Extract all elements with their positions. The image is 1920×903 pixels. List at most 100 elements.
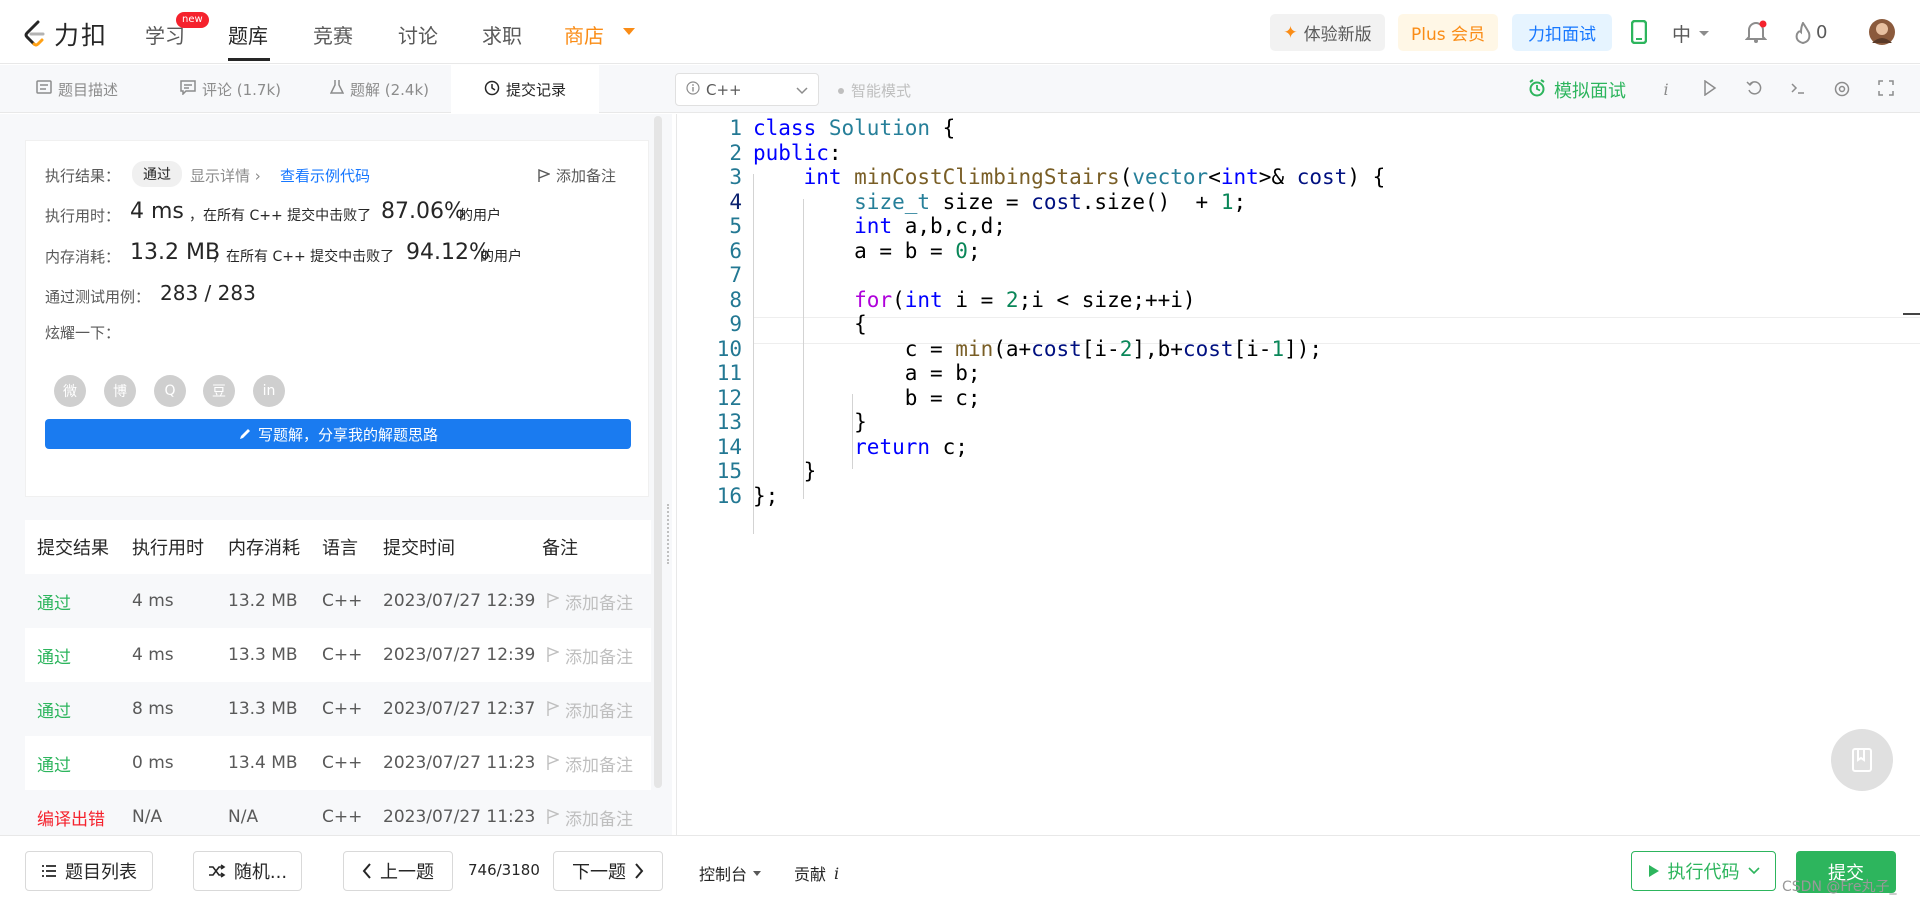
code-line-11[interactable]: a = b; <box>753 361 981 385</box>
code-line-3[interactable]: int minCostClimbingStairs(vector<int>& c… <box>753 165 1386 189</box>
contribute-button[interactable]: 贡献 i <box>794 861 839 885</box>
chevron-left-icon <box>362 863 371 879</box>
line-number: 16 <box>716 484 742 508</box>
code-editor[interactable]: 1 2 3 4 5 6 7 8 9 10 11 12 13 14 15 16 c… <box>676 114 1920 835</box>
code-line-13[interactable]: } <box>753 410 867 434</box>
shuffle-icon <box>208 864 226 878</box>
status-badge: 通过 <box>132 161 182 187</box>
plus-member-button[interactable]: Plus 会员 <box>1398 14 1498 51</box>
code-line-5[interactable]: int a,b,c,d; <box>753 214 1006 238</box>
nav-contest[interactable]: 竞赛 <box>313 20 353 49</box>
weibo-icon[interactable]: 博 <box>104 375 136 407</box>
row-status[interactable]: 通过 <box>37 628 71 682</box>
col-header-time[interactable]: 提交时间 <box>383 520 455 574</box>
row-add-note-label: 添加备注 <box>565 755 633 776</box>
code-line-4[interactable]: size_t size = cost.size() + 1; <box>753 190 1246 214</box>
code-line-12[interactable]: b = c; <box>753 386 981 410</box>
linkedin-icon[interactable]: in <box>253 375 285 407</box>
nav-discuss[interactable]: 讨论 <box>398 20 438 49</box>
random-problem-button[interactable]: 随机... <box>193 851 302 891</box>
row-status[interactable]: 编译出错 <box>37 790 105 840</box>
wechat-icon[interactable]: 微 <box>54 375 86 407</box>
logo[interactable]: 力扣 <box>22 16 108 52</box>
row-add-note-label: 添加备注 <box>565 809 633 830</box>
col-header-memory[interactable]: 内存消耗 <box>228 520 300 574</box>
view-sample-code-link[interactable]: 查看示例代码 <box>280 165 370 186</box>
douban-icon[interactable]: 豆 <box>203 375 235 407</box>
col-header-result[interactable]: 提交结果 <box>37 520 109 574</box>
result-card: 执行结果： 通过 显示详情 › 查看示例代码 添加备注 执行用时： 4 ms ，… <box>25 140 649 497</box>
write-solution-button[interactable]: 写题解，分享我的解题思路 <box>45 419 631 449</box>
line-number: 7 <box>729 263 742 287</box>
avatar[interactable] <box>1868 18 1896 50</box>
tab-comments[interactable]: 评论 (1.7k) <box>170 65 291 113</box>
terminal-icon[interactable] <box>1788 80 1808 100</box>
chevron-right-icon <box>635 863 644 879</box>
row-add-note[interactable]: 添加备注 <box>547 628 633 682</box>
notebook-float-button[interactable] <box>1831 729 1893 791</box>
panel-resize-handle[interactable] <box>667 504 669 564</box>
bell-icon[interactable] <box>1744 20 1768 48</box>
list-icon <box>42 865 56 877</box>
row-add-note[interactable]: 添加备注 <box>547 574 633 628</box>
fullscreen-icon[interactable] <box>1876 80 1896 100</box>
code-line-1[interactable]: class Solution { <box>753 116 955 140</box>
nav-jobs[interactable]: 求职 <box>482 20 522 49</box>
col-header-language[interactable]: 语言 <box>322 520 358 574</box>
code-line-14[interactable]: return c; <box>753 435 968 459</box>
smart-mode-toggle[interactable]: 智能模式 <box>838 80 911 101</box>
code-line-6[interactable]: a = b = 0; <box>753 239 980 263</box>
row-memory: N/A <box>228 807 259 827</box>
row-status[interactable]: 通过 <box>37 736 71 790</box>
show-details-link[interactable]: 显示详情 › <box>190 165 261 186</box>
tab-submissions[interactable]: 提交记录 <box>451 65 599 114</box>
nav-problemset[interactable]: 题库 <box>228 20 268 49</box>
table-row[interactable]: 通过 0 ms 13.4 MB C++ 2023/07/27 11:23 添加备… <box>25 736 651 790</box>
logo-text: 力扣 <box>54 21 109 50</box>
row-status[interactable]: 通过 <box>37 682 71 736</box>
nav-store[interactable]: 商店 <box>564 20 604 49</box>
status-dot-icon <box>838 87 844 94</box>
table-row[interactable]: 编译出错 N/A N/A C++ 2023/07/27 11:23 添加备注 <box>25 790 651 840</box>
mock-interview-button[interactable]: 模拟面试 <box>1528 77 1626 103</box>
code-line-2[interactable]: public: <box>753 141 842 165</box>
flame-icon[interactable] <box>1794 21 1812 48</box>
col-header-runtime[interactable]: 执行用时 <box>132 520 204 574</box>
code-line-15[interactable]: } <box>753 459 817 483</box>
row-add-note[interactable]: 添加备注 <box>547 736 633 790</box>
language-select[interactable]: C++ <box>675 73 819 106</box>
next-problem-button[interactable]: 下一题 <box>553 851 663 891</box>
contribute-label: 贡献 <box>794 865 827 884</box>
submissions-table: 提交结果 执行用时 内存消耗 语言 提交时间 备注 通过 4 ms 13.2 M… <box>25 520 651 840</box>
tab-description[interactable]: 题目描述 <box>26 65 128 113</box>
row-status[interactable]: 通过 <box>37 574 71 628</box>
code-line-8[interactable]: for(int i = 2;i < size;++i) <box>753 288 1195 312</box>
store-caret-icon[interactable] <box>623 28 635 35</box>
row-add-note[interactable]: 添加备注 <box>547 682 633 736</box>
settings-gear-icon[interactable] <box>1832 80 1852 100</box>
line-number: 13 <box>716 410 742 434</box>
code-line-16[interactable]: }; <box>753 484 778 508</box>
console-toggle[interactable]: 控制台 <box>699 861 762 885</box>
code-line-10[interactable]: c = min(a+cost[i-2],b+cost[i-1]); <box>753 337 1322 361</box>
row-add-note[interactable]: 添加备注 <box>547 790 633 840</box>
play-icon[interactable] <box>1700 79 1720 100</box>
add-note-button[interactable]: 添加备注 <box>538 165 616 186</box>
table-row[interactable]: 通过 4 ms 13.2 MB C++ 2023/07/27 12:39 添加备… <box>25 574 651 628</box>
phone-icon[interactable] <box>1630 19 1648 48</box>
problem-list-button[interactable]: 题目列表 <box>25 851 153 891</box>
table-row[interactable]: 通过 8 ms 13.3 MB C++ 2023/07/27 12:37 添加备… <box>25 682 651 736</box>
chevron-down-icon[interactable] <box>1698 24 1710 43</box>
prev-problem-button[interactable]: 上一题 <box>343 851 453 891</box>
run-code-button[interactable]: 执行代码 <box>1631 851 1776 891</box>
code-line-9[interactable]: { <box>753 312 867 336</box>
col-header-note: 备注 <box>542 538 578 559</box>
reset-icon[interactable] <box>1744 80 1764 100</box>
language-switch[interactable]: 中 <box>1672 20 1691 47</box>
table-row[interactable]: 通过 4 ms 13.3 MB C++ 2023/07/27 12:39 添加备… <box>25 628 651 682</box>
info-italic-icon[interactable]: i <box>1656 80 1676 100</box>
interview-button[interactable]: 力扣面试 <box>1512 14 1612 51</box>
tab-solutions[interactable]: 题解 (2.4k) <box>320 65 439 113</box>
qq-icon[interactable]: Q <box>154 375 186 407</box>
try-new-version-button[interactable]: ✦ 体验新版 <box>1270 14 1385 51</box>
